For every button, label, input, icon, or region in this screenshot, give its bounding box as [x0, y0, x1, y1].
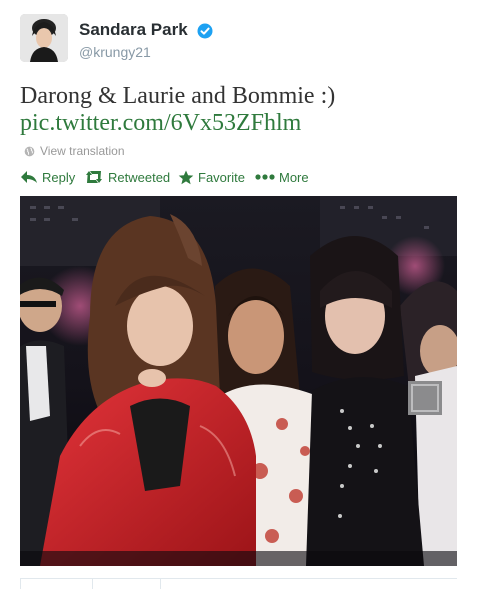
author-fullname[interactable]: Sandara Park	[79, 20, 188, 40]
more-label: More	[279, 169, 309, 185]
more-icon	[255, 174, 275, 180]
avatar-image	[20, 14, 68, 62]
retweet-icon	[86, 171, 102, 183]
view-translation-label: View translation	[40, 144, 125, 158]
tweet-media-link[interactable]: pic.twitter.com/6Vx53ZFhlm	[20, 110, 301, 137]
reply-button[interactable]: Reply	[20, 170, 75, 185]
globe-icon	[24, 146, 35, 156]
photo-image	[20, 196, 457, 566]
favorite-label: Favorite	[198, 169, 245, 185]
star-icon	[178, 170, 194, 184]
retweet-button[interactable]: Retweeted	[84, 170, 170, 185]
reply-label: Reply	[42, 169, 76, 185]
retweet-label: Retweeted	[108, 169, 171, 185]
more-button[interactable]: More	[255, 170, 309, 185]
tweet-text: Darong & Laurie and Bommie :)	[20, 83, 336, 109]
tweet-photo[interactable]	[20, 196, 457, 566]
avatar[interactable]	[20, 14, 68, 62]
favorite-button[interactable]: Favorite	[178, 170, 245, 185]
tweet: Sandara Park @krungy21 Darong & Laurie a…	[0, 0, 481, 589]
tweet-footer-bar	[20, 578, 457, 589]
view-translation-link[interactable]: View translation	[24, 144, 125, 158]
reply-icon	[21, 171, 37, 183]
verified-icon	[197, 23, 213, 39]
author-username[interactable]: @krungy21	[79, 44, 151, 60]
